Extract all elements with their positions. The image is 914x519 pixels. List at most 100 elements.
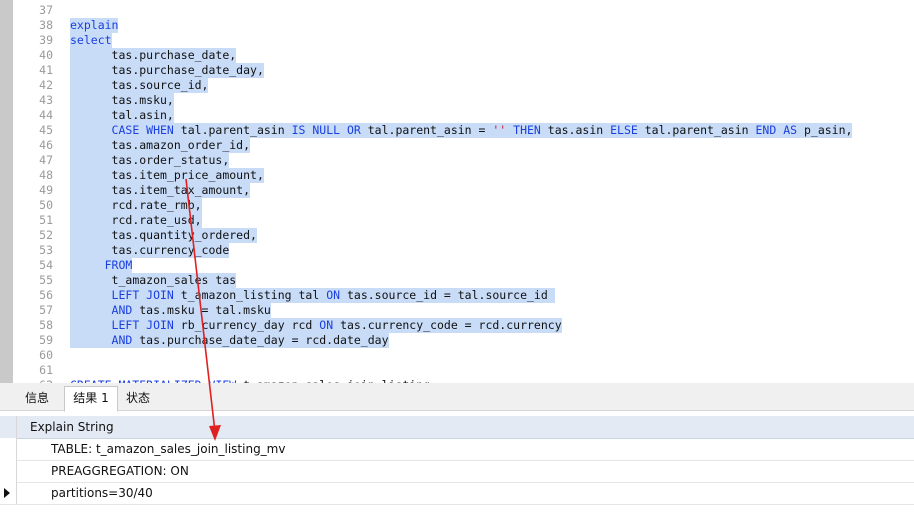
grid-header-row: Explain String	[0, 416, 914, 439]
code-line[interactable]: 59 AND tas.purchase_date_day = rcd.date_…	[13, 333, 389, 348]
tab-status[interactable]: 状态	[118, 387, 158, 409]
line-number: 39	[39, 33, 53, 47]
code-line[interactable]: 46 tas.amazon_order_id,	[13, 138, 251, 153]
sql-keyword: END AS	[755, 123, 804, 137]
code-text[interactable]: LEFT JOIN rb_currency_day rcd ON tas.cur…	[70, 318, 562, 333]
line-number: 54	[39, 258, 53, 272]
code-text[interactable]: select	[70, 33, 112, 48]
code-text[interactable]: tas.purchase_date,	[70, 48, 237, 63]
line-number: 55	[39, 273, 53, 287]
sql-keyword: AND	[111, 303, 140, 317]
table-row[interactable]: partitions=30/40	[0, 482, 914, 505]
code-line[interactable]: 38 explain	[13, 18, 119, 33]
code-line[interactable]: 45 CASE WHEN tal.parent_asin IS NULL OR …	[13, 123, 853, 138]
sql-identifier: tal.parent_asin =	[367, 123, 493, 137]
code-line[interactable]: 44 tal.asin,	[13, 108, 174, 123]
sql-identifier: tas.msku,	[111, 93, 174, 107]
sql-identifier: tas.purchase_date_day = rcd.date_day	[139, 333, 389, 347]
sql-identifier: rcd.rate_usd,	[111, 213, 202, 227]
code-line[interactable]: 50 rcd.rate_rmb,	[13, 198, 202, 213]
sql-keyword: select	[70, 33, 112, 47]
code-text[interactable]: tas.order_status,	[70, 153, 230, 168]
code-text[interactable]: rcd.rate_rmb,	[70, 198, 202, 213]
sql-identifier: tas.currency_code	[111, 243, 230, 257]
row-indicator[interactable]	[0, 460, 17, 482]
code-text[interactable]: tas.purchase_date_day,	[70, 63, 264, 78]
line-number: 52	[39, 228, 53, 242]
sql-keyword: IS NULL OR	[291, 123, 368, 137]
line-number: 53	[39, 243, 53, 257]
code-line[interactable]: 61	[13, 363, 70, 378]
sql-keyword: ELSE	[610, 123, 645, 137]
column-header-explain-string[interactable]: Explain String	[30, 416, 114, 438]
grid-cell[interactable]: TABLE: t_amazon_sales_join_listing_mv	[51, 438, 285, 460]
sql-identifier: tas.amazon_order_id,	[111, 138, 251, 152]
sql-keyword: ON	[319, 318, 341, 332]
code-line[interactable]: 41 tas.purchase_date_day,	[13, 63, 264, 78]
code-line[interactable]: 48 tas.item_price_amount,	[13, 168, 264, 183]
line-number: 49	[39, 183, 53, 197]
line-number: 38	[39, 18, 53, 32]
code-line[interactable]: 37	[13, 3, 70, 18]
row-indicator[interactable]	[0, 482, 17, 504]
code-text[interactable]: explain	[70, 18, 119, 33]
code-text[interactable]: LEFT JOIN t_amazon_listing tal ON tas.so…	[70, 288, 555, 303]
code-text[interactable]: tas.item_tax_amount,	[70, 183, 251, 198]
code-line[interactable]: 51 rcd.rate_usd,	[13, 213, 202, 228]
code-text[interactable]: t_amazon_sales tas	[70, 273, 237, 288]
sql-identifier: rcd.rate_rmb,	[111, 198, 202, 212]
code-line[interactable]: 43 tas.msku,	[13, 93, 174, 108]
code-text[interactable]: AND tas.msku = tal.msku	[70, 303, 271, 318]
table-row[interactable]: TABLE: t_amazon_sales_join_listing_mv	[0, 438, 914, 461]
code-line[interactable]: 52 tas.quantity_ordered,	[13, 228, 257, 243]
grid-cell[interactable]: PREAGGREGATION: ON	[51, 460, 189, 482]
code-text[interactable]: rcd.rate_usd,	[70, 213, 202, 228]
code-text[interactable]: FROM	[70, 258, 133, 273]
sql-identifier: t_amazon_listing tal	[180, 288, 327, 302]
sql-keyword: CASE WHEN	[111, 123, 181, 137]
code-line[interactable]: 57 AND tas.msku = tal.msku	[13, 303, 271, 318]
sql-keyword: LEFT JOIN	[111, 288, 181, 302]
sql-editor[interactable]: 37 38 explain 39 select 40 tas.purchase_date,…	[0, 0, 914, 383]
code-text[interactable]: AND tas.purchase_date_day = rcd.date_day	[70, 333, 389, 348]
code-line[interactable]: 40 tas.purchase_date,	[13, 48, 237, 63]
tab-result-1[interactable]: 结果 1	[64, 386, 118, 412]
code-line[interactable]: 60	[13, 348, 70, 363]
sql-identifier: tas.msku = tal.msku	[139, 303, 271, 317]
code-text[interactable]: tas.item_price_amount,	[70, 168, 264, 183]
sql-identifier: tas.asin	[547, 123, 611, 137]
code-text[interactable]: tas.quantity_ordered,	[70, 228, 257, 243]
row-indicator[interactable]	[0, 438, 17, 460]
code-text[interactable]: tas.msku,	[70, 93, 174, 108]
sql-identifier: tas.order_status,	[111, 153, 230, 167]
sql-keyword: LEFT JOIN	[111, 318, 181, 332]
sql-identifier: tas.purchase_date_day,	[111, 63, 264, 77]
sql-keyword: FROM	[104, 258, 133, 272]
sql-identifier: tas.purchase_date,	[111, 48, 237, 62]
sql-keyword: explain	[70, 18, 119, 32]
table-row[interactable]: PREAGGREGATION: ON	[0, 460, 914, 483]
grid-cell[interactable]: partitions=30/40	[51, 482, 153, 504]
code-text[interactable]: tas.amazon_order_id,	[70, 138, 251, 153]
line-number: 61	[39, 363, 53, 377]
tab-info[interactable]: 信息	[18, 387, 56, 409]
code-line[interactable]: 49 tas.item_tax_amount,	[13, 183, 251, 198]
code-line[interactable]: 42 tas.source_id,	[13, 78, 209, 93]
code-line[interactable]: 47 tas.order_status,	[13, 153, 230, 168]
code-line[interactable]: 53 tas.currency_code	[13, 243, 230, 258]
grid-header-indicator	[0, 416, 17, 438]
code-text[interactable]: tas.currency_code	[70, 243, 230, 258]
editor-left-strip	[0, 0, 13, 383]
line-number: 46	[39, 138, 53, 152]
line-number: 51	[39, 213, 53, 227]
code-line[interactable]: 39 select	[13, 33, 112, 48]
code-text[interactable]: CASE WHEN tal.parent_asin IS NULL OR tal…	[70, 123, 853, 138]
code-line[interactable]: 58 LEFT JOIN rb_currency_day rcd ON tas.…	[13, 318, 562, 333]
sql-identifier: tas.source_id,	[111, 78, 209, 92]
code-line[interactable]: 55 t_amazon_sales tas	[13, 273, 237, 288]
code-text[interactable]: tal.asin,	[70, 108, 174, 123]
code-line[interactable]: 54 FROM	[13, 258, 133, 273]
code-text[interactable]: tas.source_id,	[70, 78, 209, 93]
code-line[interactable]: 56 LEFT JOIN t_amazon_listing tal ON tas…	[13, 288, 555, 303]
line-number: 58	[39, 318, 53, 332]
